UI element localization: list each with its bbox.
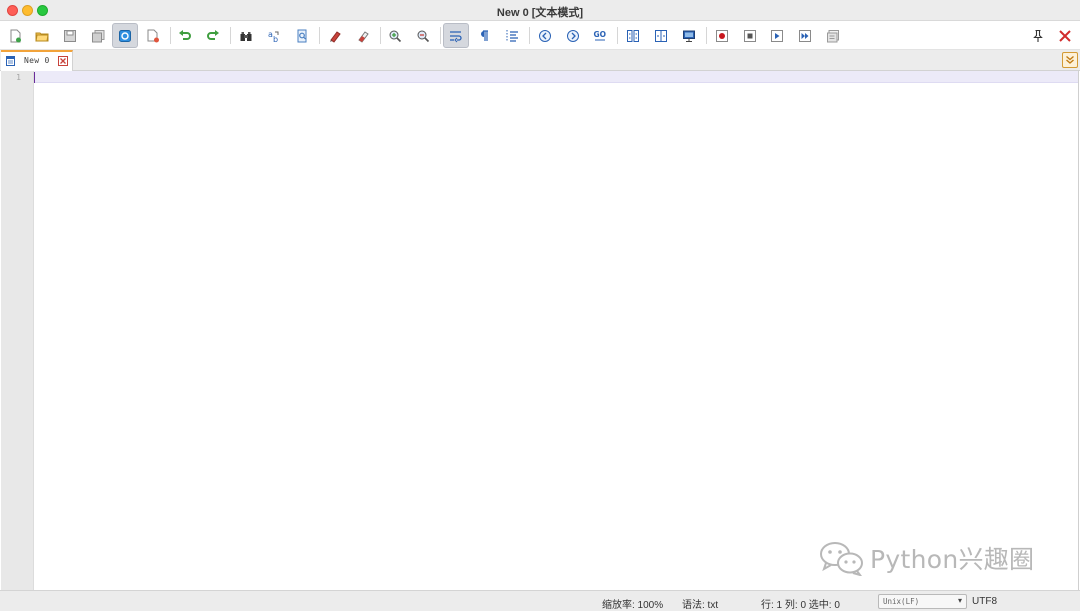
macro-play-button[interactable] bbox=[764, 23, 790, 48]
clear-marks-button[interactable] bbox=[350, 23, 376, 48]
status-bar: 缩放率: 100% 语法: txt 行: 1 列: 0 选中: 0 Unix(L… bbox=[0, 590, 1080, 611]
find-in-files-button[interactable] bbox=[289, 23, 315, 48]
word-wrap-icon bbox=[450, 30, 462, 42]
tab-new-0[interactable]: New 0 bbox=[1, 50, 73, 71]
tab-list-button[interactable] bbox=[1062, 52, 1078, 68]
text-caret bbox=[34, 72, 35, 83]
document-icon bbox=[6, 56, 15, 66]
open-file-button[interactable] bbox=[29, 23, 55, 48]
undo-button[interactable] bbox=[172, 23, 198, 48]
marker-button[interactable] bbox=[322, 23, 348, 48]
zoom-out-button[interactable] bbox=[410, 23, 436, 48]
dropdown-arrow-icon: ▾ bbox=[957, 596, 962, 605]
close-file-icon bbox=[147, 29, 159, 42]
find-button[interactable] bbox=[233, 23, 259, 48]
macro-run-multiple-button[interactable] bbox=[792, 23, 818, 48]
pin-button[interactable] bbox=[1025, 23, 1051, 48]
watermark-text: Python兴趣圈 bbox=[870, 545, 1035, 574]
wechat-icon bbox=[820, 542, 863, 576]
fast-forward-icon bbox=[799, 29, 811, 42]
text-editor[interactable] bbox=[34, 71, 1079, 590]
current-line-highlight bbox=[34, 71, 1078, 83]
redo-icon bbox=[207, 29, 219, 40]
tab-bar: New 0 bbox=[0, 50, 1080, 71]
pilcrow-icon bbox=[481, 29, 488, 41]
auto-save-icon bbox=[119, 29, 131, 42]
svg-text:b: b bbox=[273, 35, 278, 43]
replace-button[interactable]: ab bbox=[261, 23, 287, 48]
save-icon bbox=[64, 29, 76, 42]
next-button[interactable] bbox=[560, 23, 586, 48]
record-icon bbox=[716, 29, 728, 42]
show-all-chars-button[interactable] bbox=[471, 23, 497, 48]
monitor-icon bbox=[683, 30, 695, 42]
macro-save-button[interactable] bbox=[820, 23, 846, 48]
save-button[interactable] bbox=[57, 23, 83, 48]
play-icon bbox=[771, 29, 783, 42]
line-number-gutter: 1 bbox=[1, 71, 34, 590]
double-chevron-down-icon bbox=[1066, 55, 1074, 64]
stop-icon bbox=[744, 29, 756, 42]
circle-left-icon bbox=[539, 29, 551, 42]
save-all-icon bbox=[92, 29, 105, 42]
close-document-button[interactable] bbox=[1052, 23, 1078, 48]
cursor-position-status: 行: 1 列: 0 选中: 0 bbox=[761, 600, 840, 611]
new-file-icon bbox=[10, 29, 21, 42]
zoom-status: 缩放率: 100% bbox=[602, 600, 664, 611]
toolbar: ab GO bbox=[0, 21, 1080, 50]
monitor-button[interactable] bbox=[676, 23, 702, 48]
tab-close-icon[interactable] bbox=[58, 56, 68, 66]
pin-icon bbox=[1033, 29, 1043, 42]
indent-guide-button[interactable] bbox=[499, 23, 525, 48]
word-wrap-button[interactable] bbox=[443, 23, 469, 48]
title-bar: New 0 [文本模式] bbox=[0, 0, 1080, 21]
sync-vertical-icon bbox=[627, 29, 639, 42]
redo-button[interactable] bbox=[200, 23, 226, 48]
marker-icon bbox=[330, 30, 341, 43]
macro-save-icon bbox=[827, 29, 839, 42]
goto-button[interactable]: GO bbox=[587, 23, 613, 48]
sync-horizontal-icon bbox=[655, 29, 667, 42]
watermark: Python兴趣圈 bbox=[818, 540, 1034, 576]
undo-icon bbox=[179, 29, 191, 40]
zoom-in-icon bbox=[389, 30, 402, 42]
goto-icon: GO bbox=[594, 30, 607, 40]
close-file-button[interactable] bbox=[140, 23, 166, 48]
circle-right-icon bbox=[567, 29, 579, 42]
tab-label: New 0 bbox=[24, 56, 50, 65]
sync-horizontal-button[interactable] bbox=[648, 23, 674, 48]
save-all-button[interactable] bbox=[85, 23, 111, 48]
zoom-out-icon bbox=[417, 30, 430, 42]
binoculars-icon bbox=[240, 31, 252, 41]
new-file-button[interactable] bbox=[2, 23, 28, 48]
indent-guide-icon bbox=[506, 29, 518, 42]
syntax-status: 语法: txt bbox=[682, 600, 719, 611]
close-icon bbox=[1059, 29, 1071, 42]
window-title: New 0 [文本模式] bbox=[496, 7, 584, 19]
replace-icon: ab bbox=[268, 30, 279, 43]
auto-save-button[interactable] bbox=[112, 23, 138, 48]
line-number: 1 bbox=[16, 73, 21, 82]
svg-text:GO: GO bbox=[594, 30, 607, 39]
encoding-status: UTF8 bbox=[972, 596, 997, 607]
find-in-files-icon bbox=[297, 29, 307, 42]
open-folder-icon bbox=[35, 32, 49, 41]
eraser-icon bbox=[358, 30, 369, 43]
zoom-in-button[interactable] bbox=[382, 23, 408, 48]
macro-record-button[interactable] bbox=[709, 23, 735, 48]
line-ending-select[interactable]: Unix(LF) ▾ bbox=[878, 594, 967, 609]
sync-vertical-button[interactable] bbox=[620, 23, 646, 48]
macro-stop-button[interactable] bbox=[737, 23, 763, 48]
prev-button[interactable] bbox=[532, 23, 558, 48]
line-ending-value: Unix(LF) bbox=[883, 597, 920, 606]
